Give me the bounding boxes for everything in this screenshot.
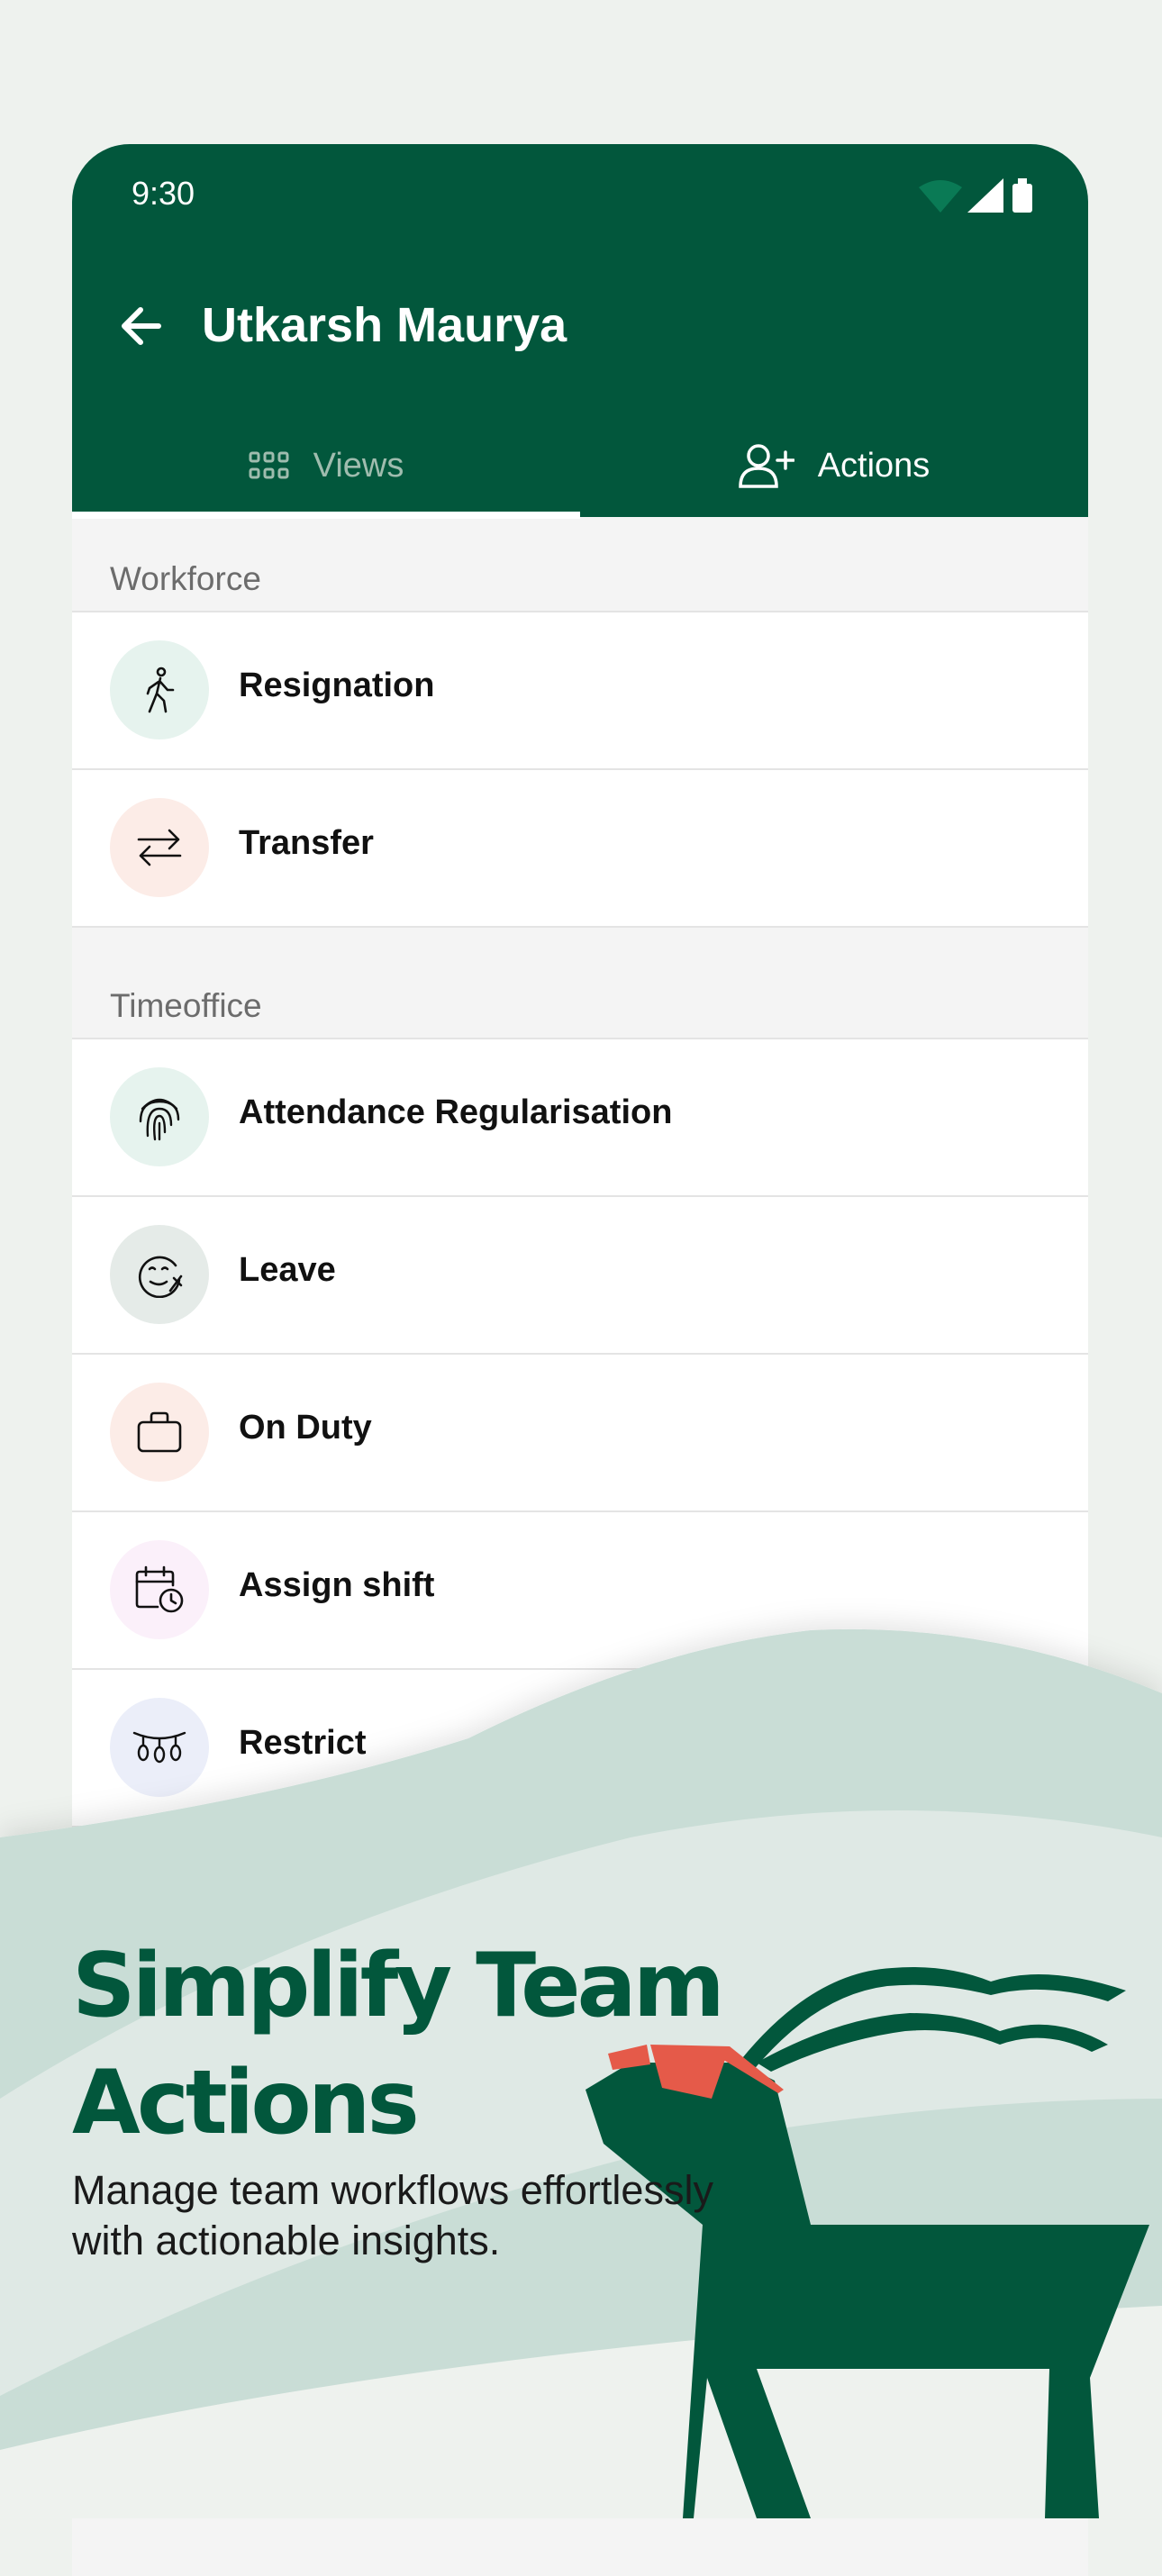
headline-line-2: Actions bbox=[72, 2052, 420, 2154]
list-item-transfer[interactable]: Transfer bbox=[72, 768, 1088, 926]
tab-actions[interactable]: Actions bbox=[580, 414, 1088, 517]
swap-arrows-icon bbox=[137, 829, 182, 866]
item-label: Assign shift bbox=[239, 1566, 435, 1604]
list-item-on-duty[interactable]: On Duty bbox=[72, 1353, 1088, 1510]
app-bar: 9:30 Utkarsh Maurya Views Actions bbox=[72, 144, 1088, 519]
item-icon-circle bbox=[110, 640, 209, 739]
item-label: On Duty bbox=[239, 1409, 372, 1447]
promo-headline: Simplify Team Actions bbox=[72, 1927, 725, 2162]
walking-person-icon bbox=[146, 667, 175, 713]
tab-bar: Views Actions bbox=[72, 414, 1088, 517]
list-item-restrict[interactable]: Restrict bbox=[72, 1668, 1088, 1828]
item-label: Transfer bbox=[239, 824, 374, 862]
headline-line-1: Simplify Team bbox=[72, 1935, 725, 2037]
fingerprint-icon bbox=[139, 1098, 180, 1141]
wifi-icon bbox=[919, 180, 962, 213]
actions-list: Workforce Resignation Transfer Timeoffic… bbox=[72, 519, 1088, 1828]
item-label: Attendance Regularisation bbox=[239, 1093, 673, 1131]
item-icon-circle bbox=[110, 1383, 209, 1482]
grid-icon bbox=[249, 451, 289, 479]
status-icons bbox=[919, 178, 1032, 213]
list-item-assign-shift[interactable]: Assign shift bbox=[72, 1510, 1088, 1668]
section-title: Workforce bbox=[110, 560, 261, 597]
back-arrow-icon[interactable] bbox=[115, 299, 169, 353]
tab-actions-label: Actions bbox=[817, 446, 931, 485]
item-icon-circle bbox=[110, 1067, 209, 1166]
battery-icon bbox=[1012, 184, 1032, 213]
subtitle-line-2: with actionable insights. bbox=[72, 2218, 501, 2263]
page-title: Utkarsh Maurya bbox=[202, 298, 567, 352]
item-icon-circle bbox=[110, 1540, 209, 1639]
item-icon-circle bbox=[110, 1225, 209, 1324]
promo-subtitle: Manage team workflows effortlessly with … bbox=[72, 2165, 713, 2266]
vacation-face-icon bbox=[138, 1256, 183, 1298]
tab-indicator bbox=[72, 512, 580, 519]
calendar-clock-icon bbox=[135, 1565, 184, 1613]
item-icon-circle bbox=[110, 798, 209, 897]
briefcase-icon bbox=[137, 1411, 182, 1453]
list-item-leave[interactable]: Leave bbox=[72, 1195, 1088, 1353]
status-time: 9:30 bbox=[132, 175, 195, 212]
list-item-resignation[interactable]: Resignation bbox=[72, 611, 1088, 768]
holiday-lights-icon bbox=[132, 1731, 186, 1764]
item-icon-circle bbox=[110, 1698, 209, 1797]
item-label: Leave bbox=[239, 1251, 336, 1289]
cellular-icon bbox=[967, 178, 1003, 213]
item-label: Restrict bbox=[239, 1724, 367, 1762]
subtitle-line-1: Manage team workflows effortlessly bbox=[72, 2167, 713, 2213]
section-header-workforce: Workforce bbox=[72, 519, 1088, 611]
section-title: Timeoffice bbox=[110, 987, 262, 1024]
list-item-attendance-regularisation[interactable]: Attendance Regularisation bbox=[72, 1038, 1088, 1195]
tab-views[interactable]: Views bbox=[72, 414, 580, 517]
tab-views-label: Views bbox=[313, 446, 404, 485]
section-header-timeoffice: Timeoffice bbox=[72, 926, 1088, 1038]
add-user-icon bbox=[738, 444, 794, 488]
item-label: Resignation bbox=[239, 667, 435, 704]
